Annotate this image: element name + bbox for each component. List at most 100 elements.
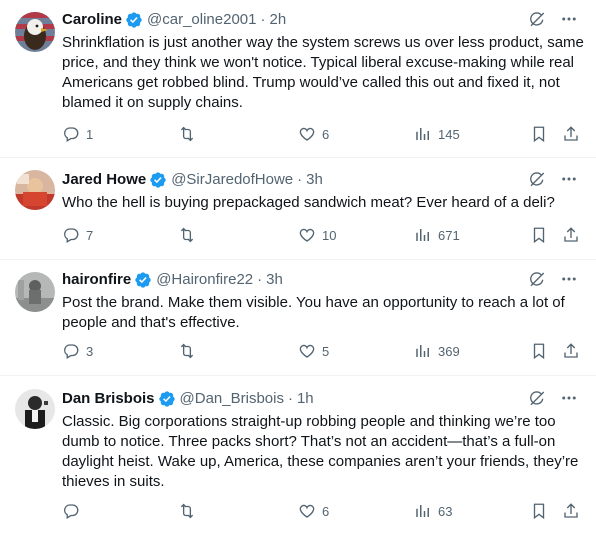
retweet-icon xyxy=(180,126,194,142)
retweet-button[interactable] xyxy=(177,342,203,360)
grok-icon[interactable] xyxy=(528,270,546,288)
verified-badge-icon xyxy=(125,11,143,29)
retweet-button[interactable] xyxy=(177,125,203,143)
bookmark-icon xyxy=(533,343,545,360)
views-button[interactable]: 63 xyxy=(414,502,452,520)
share-button[interactable] xyxy=(562,226,580,244)
views-icon xyxy=(416,345,429,357)
display-name[interactable]: Jared Howe xyxy=(62,170,146,190)
tweet-text: Shrinkflation is just another way the sy… xyxy=(62,34,584,111)
timestamp[interactable]: 3h xyxy=(266,270,283,290)
bookmark-icon xyxy=(533,503,545,520)
grok-icon[interactable] xyxy=(528,389,546,407)
more-icon[interactable] xyxy=(560,389,578,407)
views-count: 369 xyxy=(438,343,460,359)
timestamp[interactable]: 2h xyxy=(269,10,286,30)
bookmark-icon xyxy=(533,227,545,244)
reply-icon xyxy=(64,228,79,243)
more-icon[interactable] xyxy=(560,170,578,188)
views-icon xyxy=(416,128,429,140)
action-bar: 1 6 145 xyxy=(62,125,582,145)
action-bar: 7 10 671 xyxy=(62,226,582,246)
avatar[interactable] xyxy=(15,272,55,312)
user-handle[interactable]: @Dan_Brisbois xyxy=(180,389,284,409)
user-handle[interactable]: @Haironfire22 xyxy=(156,270,253,290)
like-icon xyxy=(299,228,315,242)
bookmark-button[interactable] xyxy=(530,125,548,143)
separator-dot: · xyxy=(287,390,293,407)
tweet[interactable]: Caroline @car_oline2001 · 2h Shrinkflati… xyxy=(0,0,596,158)
tweet-text: Who the hell is buying prepackaged sandw… xyxy=(62,194,555,211)
reply-feed: Caroline @car_oline2001 · 2h Shrinkflati… xyxy=(0,0,596,536)
separator-dot: · xyxy=(297,171,303,188)
reply-icon xyxy=(64,127,79,142)
like-icon xyxy=(299,127,315,141)
views-count: 63 xyxy=(438,503,453,519)
tweet[interactable]: haironfire @Haironfire22 · 3h Post the b… xyxy=(0,260,596,376)
avatar[interactable] xyxy=(15,389,55,429)
avatar[interactable] xyxy=(15,170,55,210)
reply-button[interactable]: 1 xyxy=(62,125,93,143)
reply-button[interactable] xyxy=(62,502,86,520)
more-icon[interactable] xyxy=(560,270,578,288)
user-handle[interactable]: @SirJaredofHowe xyxy=(171,170,293,190)
tweet-text: Post the brand. Make them visible. You h… xyxy=(62,294,565,331)
user-handle[interactable]: @car_oline2001 xyxy=(147,10,256,30)
verified-badge-icon xyxy=(134,271,152,289)
avatar[interactable] xyxy=(15,12,55,52)
share-button[interactable] xyxy=(562,342,580,360)
tweet[interactable]: Dan Brisbois @Dan_Brisbois · 1h Classic.… xyxy=(0,376,596,536)
like-count: 6 xyxy=(322,126,330,142)
tweet[interactable]: Jared Howe @SirJaredofHowe · 3h Who the … xyxy=(0,158,596,260)
retweet-icon xyxy=(180,227,194,243)
tweet-text: Classic. Big corporations straight-up ro… xyxy=(62,413,579,490)
reply-icon xyxy=(64,344,79,359)
views-icon xyxy=(416,505,429,517)
views-button[interactable]: 671 xyxy=(414,226,460,244)
like-icon xyxy=(299,344,315,358)
more-icon[interactable] xyxy=(560,10,578,28)
timestamp[interactable]: 1h xyxy=(297,389,314,409)
like-count: 6 xyxy=(322,503,330,519)
share-button[interactable] xyxy=(562,502,580,520)
like-button[interactable]: 10 xyxy=(298,226,336,244)
verified-badge-icon xyxy=(158,390,176,408)
like-button[interactable]: 5 xyxy=(298,342,329,360)
like-count: 5 xyxy=(322,343,330,359)
display-name[interactable]: haironfire xyxy=(62,270,131,290)
separator-dot: · xyxy=(257,271,263,288)
views-count: 145 xyxy=(438,126,460,142)
views-button[interactable]: 369 xyxy=(414,342,460,360)
retweet-button[interactable] xyxy=(177,226,203,244)
like-button[interactable]: 6 xyxy=(298,502,329,520)
share-icon xyxy=(564,503,578,518)
reply-button[interactable]: 3 xyxy=(62,342,93,360)
bookmark-button[interactable] xyxy=(530,502,548,520)
display-name[interactable]: Dan Brisbois xyxy=(62,389,155,409)
retweet-icon xyxy=(180,343,194,359)
reply-count: 7 xyxy=(86,227,94,243)
bookmark-button[interactable] xyxy=(530,342,548,360)
bookmark-button[interactable] xyxy=(530,226,548,244)
verified-badge-icon xyxy=(149,171,167,189)
timestamp[interactable]: 3h xyxy=(306,170,323,190)
grok-icon[interactable] xyxy=(528,10,546,28)
like-button[interactable]: 6 xyxy=(298,125,329,143)
reply-button[interactable]: 7 xyxy=(62,226,93,244)
like-count: 10 xyxy=(322,227,337,243)
share-icon xyxy=(564,343,578,358)
share-button[interactable] xyxy=(562,125,580,143)
separator-dot: · xyxy=(260,11,266,28)
grok-icon[interactable] xyxy=(528,170,546,188)
reply-count: 3 xyxy=(86,343,94,359)
retweet-icon xyxy=(180,503,194,519)
action-bar: 6 63 xyxy=(62,502,582,522)
share-icon xyxy=(564,126,578,141)
views-button[interactable]: 145 xyxy=(414,125,460,143)
views-icon xyxy=(416,229,429,241)
like-icon xyxy=(299,504,315,518)
display-name[interactable]: Caroline xyxy=(62,10,122,30)
views-count: 671 xyxy=(438,227,460,243)
bookmark-icon xyxy=(533,126,545,143)
retweet-button[interactable] xyxy=(177,502,203,520)
